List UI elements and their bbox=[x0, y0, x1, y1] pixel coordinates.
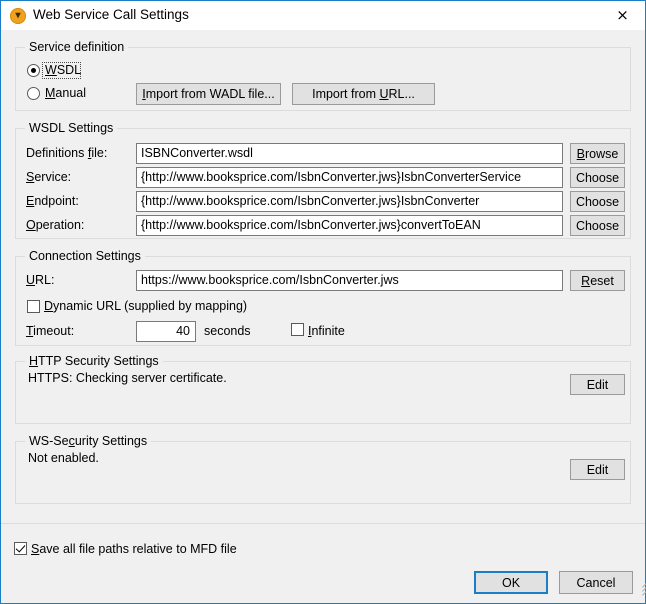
operation-label: Operation: bbox=[26, 218, 84, 232]
infinite-checkbox[interactable] bbox=[291, 323, 304, 336]
radio-manual[interactable] bbox=[27, 87, 40, 100]
http-security-settings-legend: HTTP Security Settings bbox=[25, 354, 163, 368]
http-security-edit-button[interactable]: Edit bbox=[570, 374, 625, 395]
endpoint-label: Endpoint: bbox=[26, 194, 79, 208]
service-definition-legend: Service definition bbox=[25, 40, 128, 54]
altova-circle-icon: ▾ bbox=[10, 8, 26, 24]
radio-manual-label[interactable]: Manual bbox=[45, 86, 86, 100]
radio-wsdl-label[interactable]: WSDL bbox=[45, 63, 81, 77]
infinite-label[interactable]: Infinite bbox=[308, 324, 345, 338]
timeout-units-label: seconds bbox=[204, 324, 251, 338]
import-from-url-button[interactable]: Import from URL... bbox=[292, 83, 435, 105]
cancel-button[interactable]: Cancel bbox=[559, 571, 633, 594]
url-input[interactable]: https://www.booksprice.com/IsbnConverter… bbox=[136, 270, 563, 291]
ws-security-settings-legend: WS-Security Settings bbox=[25, 434, 151, 448]
ws-security-status: Not enabled. bbox=[28, 451, 99, 465]
timeout-label: Timeout: bbox=[26, 324, 74, 338]
service-label: Service: bbox=[26, 170, 71, 184]
reset-button[interactable]: Reset bbox=[570, 270, 625, 291]
ws-security-settings-group: WS-Security Settings bbox=[15, 441, 631, 504]
chevron-down-glyph: ▾ bbox=[13, 11, 23, 21]
wsdl-settings-legend: WSDL Settings bbox=[25, 121, 117, 135]
operation-choose-button[interactable]: Choose bbox=[570, 215, 625, 236]
ok-button[interactable]: OK bbox=[474, 571, 548, 594]
save-relative-paths-label[interactable]: Save all file paths relative to MFD file bbox=[31, 542, 237, 556]
service-input[interactable]: {http://www.booksprice.com/IsbnConverter… bbox=[136, 167, 563, 188]
save-relative-paths-checkbox[interactable] bbox=[14, 542, 27, 555]
dynamic-url-checkbox[interactable] bbox=[27, 300, 40, 313]
service-choose-button[interactable]: Choose bbox=[570, 167, 625, 188]
browse-button[interactable]: Browse bbox=[570, 143, 625, 164]
ws-security-edit-button[interactable]: Edit bbox=[570, 459, 625, 480]
http-security-status: HTTPS: Checking server certificate. bbox=[28, 371, 227, 385]
footer-separator bbox=[1, 523, 645, 524]
definitions-file-label: Definitions file: bbox=[26, 146, 107, 160]
url-label: URL: bbox=[26, 273, 54, 287]
window-title: Web Service Call Settings bbox=[33, 7, 189, 22]
radio-wsdl[interactable] bbox=[27, 64, 40, 77]
operation-input[interactable]: {http://www.booksprice.com/IsbnConverter… bbox=[136, 215, 563, 236]
import-from-wadl-file-button[interactable]: Import from WADL file... bbox=[136, 83, 281, 105]
close-icon: × bbox=[600, 1, 645, 30]
dynamic-url-label[interactable]: Dynamic URL (supplied by mapping) bbox=[44, 299, 247, 313]
definitions-file-input[interactable]: ISBNConverter.wsdl bbox=[136, 143, 563, 164]
close-button[interactable]: × bbox=[600, 1, 645, 30]
endpoint-choose-button[interactable]: Choose bbox=[570, 191, 625, 212]
resize-grip[interactable] bbox=[629, 587, 643, 601]
title-bar: ▾ Web Service Call Settings × bbox=[1, 1, 645, 30]
web-service-call-settings-dialog: ▾ Web Service Call Settings × Service de… bbox=[0, 0, 646, 604]
timeout-input[interactable]: 40 bbox=[136, 321, 196, 342]
endpoint-input[interactable]: {http://www.booksprice.com/IsbnConverter… bbox=[136, 191, 563, 212]
connection-settings-legend: Connection Settings bbox=[25, 249, 145, 263]
